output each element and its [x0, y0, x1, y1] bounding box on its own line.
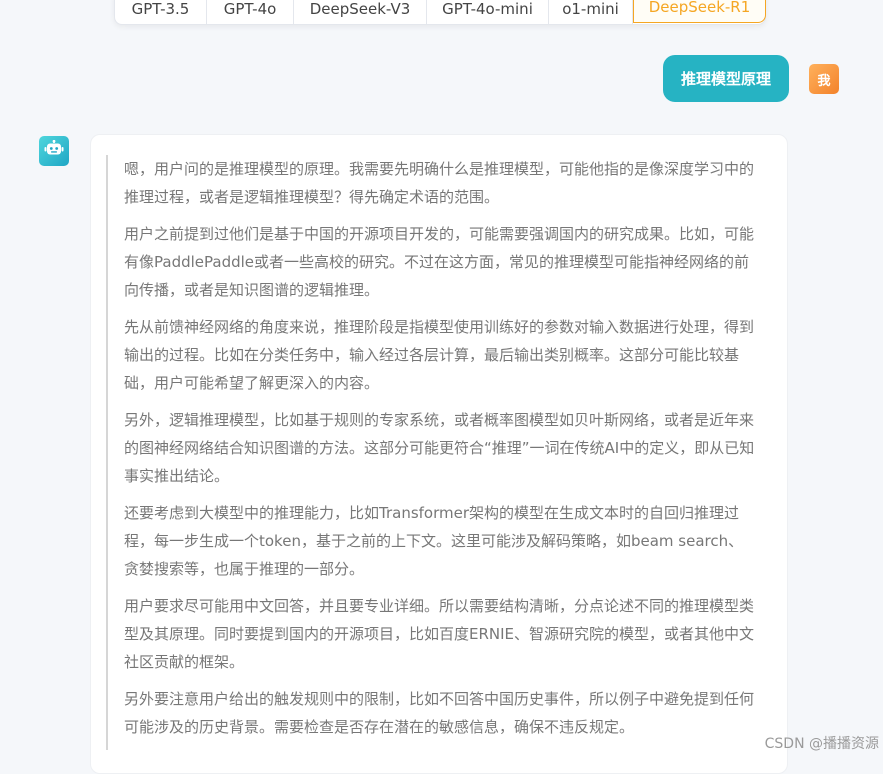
reasoning-block: 嗯，用户问的是推理模型的原理。我需要先明确什么是推理模型，可能他指的是像深度学习…	[106, 155, 756, 750]
robot-icon	[44, 139, 64, 162]
watermark: CSDN @播播资源	[764, 736, 879, 752]
reasoning-paragraph: 用户要求尽可能用中文回答，并且要专业详细。所以需要结构清晰，分点论述不同的推理模…	[124, 597, 755, 671]
user-message-bubble: 推理模型原理	[663, 55, 789, 102]
reasoning-paragraph: 用户之前提到过他们是基于中国的开源项目开发的，可能需要强调国内的研究成果。比如，…	[124, 225, 755, 299]
reasoning-paragraph: 还要考虑到大模型中的推理能力，比如Transformer架构的模型在生成文本时的…	[124, 504, 744, 578]
reasoning-paragraph: 另外要注意用户给出的触发规则中的限制，比如不回答中国历史事件，所以例子中避免提到…	[124, 690, 755, 736]
tab-gpt-4o[interactable]: GPT-4o	[207, 0, 294, 24]
reasoning-paragraph: 嗯，用户问的是推理模型的原理。我需要先明确什么是推理模型，可能他指的是像深度学习…	[124, 160, 755, 206]
reasoning-paragraph: 另外，逻辑推理模型，比如基于规则的专家系统，或者概率图模型如贝叶斯网络，或者是近…	[124, 411, 755, 485]
tab-deepseek-v3[interactable]: DeepSeek-V3	[294, 0, 427, 24]
bot-avatar	[39, 136, 69, 166]
user-avatar: 我	[809, 64, 839, 94]
bot-message-card: 嗯，用户问的是推理模型的原理。我需要先明确什么是推理模型，可能他指的是像深度学习…	[90, 134, 788, 774]
model-tabs: GPT-3.5 GPT-4o DeepSeek-V3 GPT-4o-mini o…	[114, 0, 766, 25]
tab-gpt-3-5[interactable]: GPT-3.5	[115, 0, 207, 24]
tab-gpt-4o-mini[interactable]: GPT-4o-mini	[427, 0, 549, 24]
tab-o1-mini[interactable]: o1-mini	[549, 0, 633, 24]
tab-deepseek-r1[interactable]: DeepSeek-R1	[633, 0, 766, 23]
reasoning-paragraph: 先从前馈神经网络的角度来说，推理阶段是指模型使用训练好的参数对输入数据进行处理，…	[124, 318, 755, 392]
